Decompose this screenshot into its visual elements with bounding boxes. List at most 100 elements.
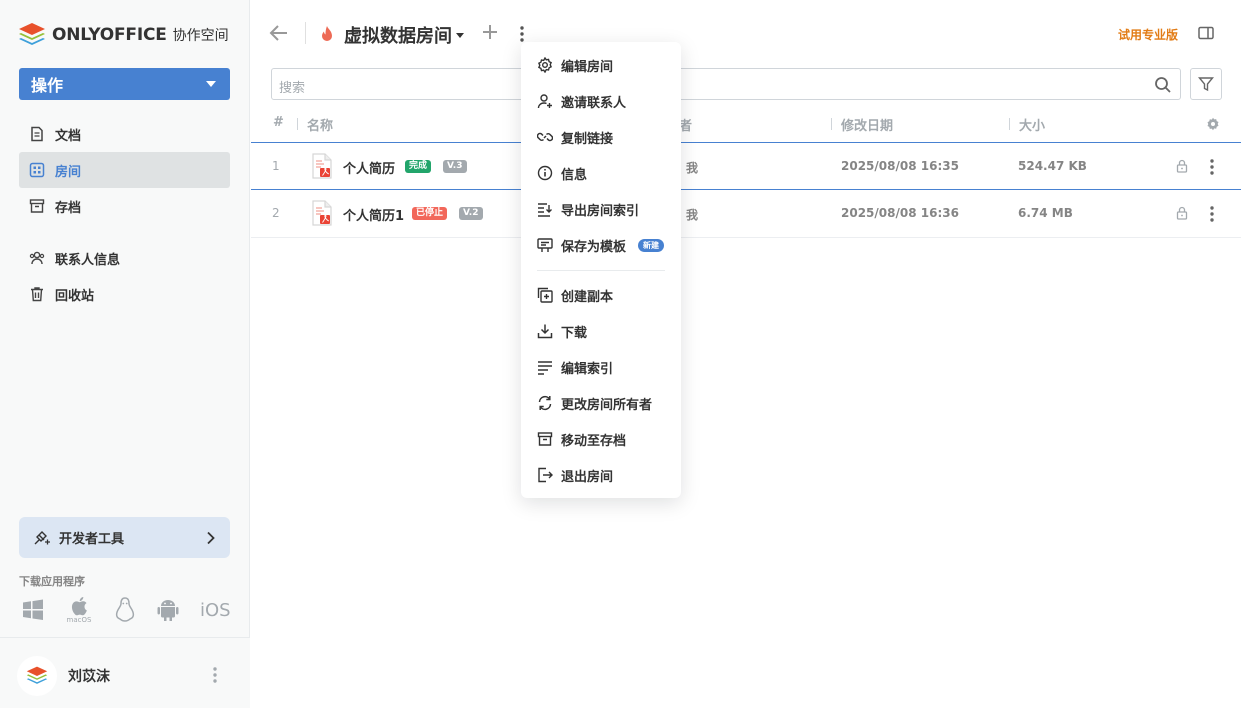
apple-icon — [71, 597, 87, 616]
menu-item-label: 编辑索引 — [561, 361, 614, 377]
document-icon — [31, 126, 43, 142]
menu-item-duplicate[interactable]: 创建副本 — [537, 284, 613, 306]
menu-item-move-to-archive[interactable]: 移动至存档 — [537, 428, 626, 450]
user-profile: 刘苡沫 — [0, 637, 250, 708]
contacts-icon — [29, 251, 45, 265]
table-header: # 名称 者 修改日期 大小 — [271, 106, 1222, 142]
header-divider — [305, 22, 306, 44]
windows-icon[interactable] — [22, 599, 44, 621]
column-modified[interactable]: 修改日期 — [841, 115, 893, 134]
menu-divider — [537, 270, 665, 271]
search-icon[interactable] — [1154, 76, 1172, 94]
macos-label: macOS — [66, 616, 92, 624]
linux-icon[interactable] — [114, 597, 136, 623]
sidebar-item-label: 回收站 — [55, 288, 95, 304]
sidebar-item-trash[interactable]: 回收站 — [19, 276, 230, 312]
sidebar-item-rooms[interactable]: 房间 — [19, 152, 230, 188]
menu-item-change-owner[interactable]: 更改房间所有者 — [537, 392, 652, 414]
avatar[interactable] — [17, 656, 57, 696]
row-index: 1 — [272, 159, 280, 173]
room-title[interactable]: 虚拟数据房间 — [344, 22, 452, 48]
menu-item-label: 下载 — [561, 325, 588, 341]
column-size[interactable]: 大小 — [1019, 115, 1045, 134]
column-resizer[interactable] — [831, 118, 832, 130]
info-panel-toggle-icon[interactable] — [1198, 26, 1214, 40]
status-badge: 完成 — [405, 160, 432, 173]
change-owner-icon — [538, 395, 552, 411]
sidebar-item-documents[interactable]: 文档 — [19, 116, 230, 152]
sidebar-item-archive[interactable]: 存档 — [19, 188, 230, 224]
sidebar-item-label: 联系人信息 — [55, 252, 121, 268]
table-row[interactable]: 1 个人简历 完成 V.3 我 2025/08/08 16:35 524.47 … — [251, 142, 1241, 190]
developer-tools-icon — [34, 530, 50, 544]
menu-item-label: 更改房间所有者 — [561, 397, 653, 413]
more-vertical-icon[interactable] — [212, 666, 218, 684]
trash-icon — [31, 287, 43, 302]
file-size: 6.74 MB — [1018, 206, 1073, 220]
menu-item-edit-index[interactable]: 编辑索引 — [537, 356, 613, 378]
user-avatar-logo-icon — [26, 666, 48, 684]
leave-icon — [538, 467, 553, 483]
arrow-back-icon[interactable] — [269, 24, 289, 42]
sidebar-item-label: 文档 — [55, 128, 82, 144]
archive-icon — [537, 432, 553, 446]
lock-icon[interactable] — [1176, 206, 1188, 220]
menu-item-label: 保存为模板 — [561, 239, 627, 255]
logo[interactable]: ONLYOFFICE 协作空间 — [18, 22, 229, 48]
pdf-file-icon — [312, 153, 332, 179]
menu-item-info[interactable]: 信息 — [537, 162, 587, 184]
lock-icon[interactable] — [1176, 159, 1188, 173]
search-input[interactable]: 搜索 — [271, 68, 1181, 100]
sidebar-item-contacts[interactable]: 联系人信息 — [19, 240, 230, 276]
android-icon[interactable] — [157, 598, 179, 622]
menu-item-edit-room[interactable]: 编辑房间 — [537, 54, 613, 76]
app-download-links: macOS iOS — [22, 596, 231, 624]
menu-item-save-as-template[interactable]: 保存为模板 新建 — [537, 234, 665, 256]
developer-tools-label: 开发者工具 — [59, 532, 125, 547]
more-vertical-icon[interactable] — [1209, 205, 1215, 223]
menu-item-copy-link[interactable]: 复制链接 — [537, 126, 613, 148]
macos-icon[interactable]: macOS — [65, 596, 93, 624]
menu-item-label: 导出房间索引 — [561, 203, 640, 219]
menu-item-label: 编辑房间 — [561, 59, 614, 75]
menu-item-download[interactable]: 下载 — [537, 320, 587, 342]
user-name: 刘苡沫 — [68, 669, 110, 685]
menu-item-label: 创建副本 — [561, 289, 614, 305]
file-size: 524.47 KB — [1018, 159, 1087, 173]
gear-icon — [537, 57, 553, 73]
menu-item-invite-contacts[interactable]: 邀请联系人 — [537, 90, 626, 112]
file-name[interactable]: 个人简历1 — [343, 205, 404, 224]
version-badge[interactable]: V.3 — [443, 160, 467, 173]
more-vertical-icon[interactable] — [519, 25, 525, 43]
sidebar-item-label: 存档 — [55, 200, 82, 216]
sidebar: ONLYOFFICE 协作空间 操作 文档 房间 存档 联系人信息 回收站 开发… — [0, 0, 250, 708]
more-vertical-icon[interactable] — [1209, 158, 1215, 176]
template-icon — [537, 238, 553, 252]
duplicate-icon — [537, 287, 553, 303]
menu-item-export-room-index[interactable]: 导出房间索引 — [537, 198, 639, 220]
caret-down-icon[interactable] — [456, 33, 464, 38]
version-badge[interactable]: V.2 — [459, 207, 483, 220]
actions-button[interactable]: 操作 — [19, 68, 230, 100]
menu-item-leave-room[interactable]: 退出房间 — [537, 464, 613, 486]
gear-icon[interactable] — [1206, 117, 1220, 131]
status-badge: 已停止 — [412, 207, 448, 220]
archive-icon — [29, 199, 45, 213]
filter-button[interactable] — [1190, 68, 1222, 100]
pdf-file-icon — [312, 200, 332, 226]
column-resizer[interactable] — [1009, 118, 1010, 130]
developer-tools-button[interactable]: 开发者工具 — [19, 517, 230, 558]
trial-pro-link[interactable]: 试用专业版 — [1118, 26, 1178, 43]
table-row[interactable]: 2 个人简历1 已停止 V.2 我 2025/08/08 16:36 6.74 … — [251, 190, 1241, 238]
link-icon — [537, 132, 553, 142]
file-name[interactable]: 个人简历 — [343, 158, 395, 177]
ios-link[interactable]: iOS — [200, 600, 231, 621]
add-user-icon — [537, 94, 552, 109]
nav-primary: 文档 房间 存档 — [19, 116, 230, 224]
nav-secondary: 联系人信息 回收站 — [19, 240, 230, 312]
menu-item-label: 退出房间 — [561, 469, 614, 485]
new-badge: 新建 — [638, 238, 665, 252]
column-name[interactable]: 名称 — [307, 115, 333, 134]
column-resizer[interactable] — [297, 118, 298, 130]
plus-icon[interactable] — [481, 23, 499, 41]
